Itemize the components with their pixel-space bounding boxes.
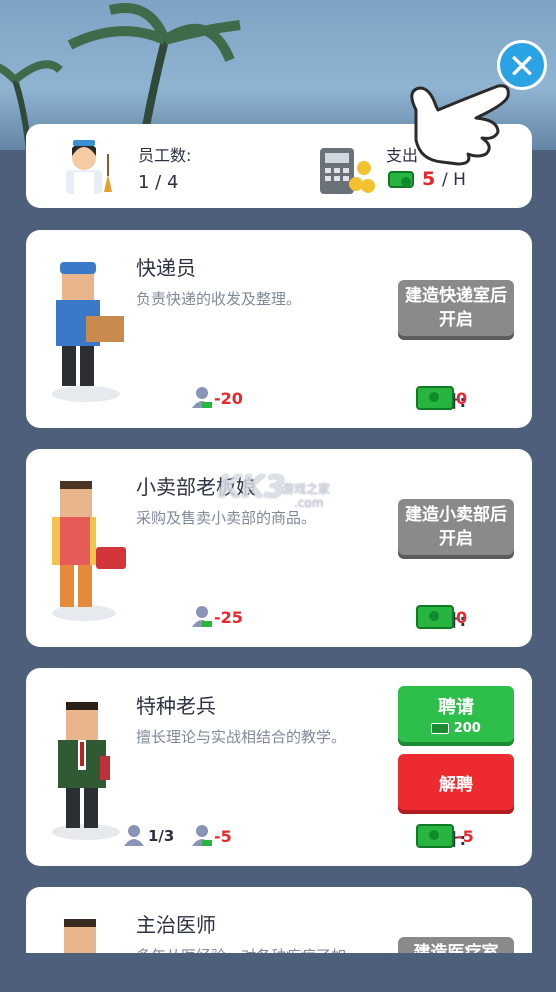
salary-value: -20 (214, 389, 243, 408)
watermark-line1: 游戏之家 (282, 482, 331, 496)
total-value: 0 (456, 608, 468, 627)
employee-description: 多年从医经验，对各种疾病了如 (136, 945, 346, 953)
watermark-line2: .com (294, 496, 324, 510)
cash-icon (416, 824, 454, 848)
employee-description: 负责快递的收发及整理。 (136, 290, 302, 308)
hand-pointer-icon (410, 84, 510, 166)
employee-card-veteran: 特种老兵 擅长理论与实战相结合的教学。 聘请 200 解聘 1/3 -5 总计:… (26, 668, 532, 866)
employee-name: 快递员 (136, 256, 196, 280)
employee-count-label: 员工数: (138, 146, 192, 165)
hire-cost-row: 200 (398, 721, 514, 736)
hire-button[interactable]: 聘请 200 (398, 686, 514, 742)
hire-label: 聘请 (438, 696, 474, 718)
watermark: KK3 游戏之家 .com (218, 470, 330, 510)
employee-count-value: 1 / 4 (138, 172, 179, 193)
employee-card-courier: 快递员 负责快递的收发及整理。 建造快递室后 开启 -20 总计: 0 (26, 230, 532, 428)
cash-icon (388, 171, 414, 188)
employee-name: 特种老兵 (136, 694, 216, 718)
cash-icon (416, 605, 454, 629)
doctor-figure (64, 919, 96, 953)
shop-owner-figure (52, 481, 126, 621)
employee-description: 擅长理论与实战相结合的教学。 (136, 728, 347, 746)
courier-figure (52, 262, 124, 402)
employee-card-doctor: 主治医师 多年从医经验，对各种疾病了如 建造医疗室 (26, 887, 532, 953)
cash-icon (431, 722, 450, 734)
expense-value: 5 (422, 168, 436, 190)
salary-value: -5 (214, 827, 232, 846)
close-icon: ✕ (507, 47, 537, 87)
expense-unit: / H (442, 170, 466, 190)
hired-count: 1/3 (148, 827, 175, 845)
hire-cost: 200 (453, 720, 481, 736)
salary-value: -25 (214, 608, 243, 627)
fire-button[interactable]: 解聘 (398, 754, 514, 810)
veteran-figure (52, 702, 120, 840)
build-clinic-button[interactable]: 建造医疗室 (398, 937, 514, 953)
total-value: 0 (456, 389, 468, 408)
total-value: -5 (456, 827, 474, 846)
watermark-logo: KK3 (218, 470, 286, 505)
person-icon (192, 387, 212, 408)
employee-avatar-icon (66, 140, 112, 194)
cash-register-icon (320, 148, 375, 194)
person-icon (192, 825, 212, 846)
person-icon (192, 606, 212, 627)
employee-description: 采购及售卖小卖部的商品。 (136, 509, 317, 527)
build-courier-room-button[interactable]: 建造快递室后 开启 (398, 280, 514, 336)
cash-icon (416, 386, 454, 410)
employee-name: 主治医师 (136, 913, 216, 937)
build-shop-button[interactable]: 建造小卖部后 开启 (398, 499, 514, 555)
person-icon (124, 825, 144, 846)
